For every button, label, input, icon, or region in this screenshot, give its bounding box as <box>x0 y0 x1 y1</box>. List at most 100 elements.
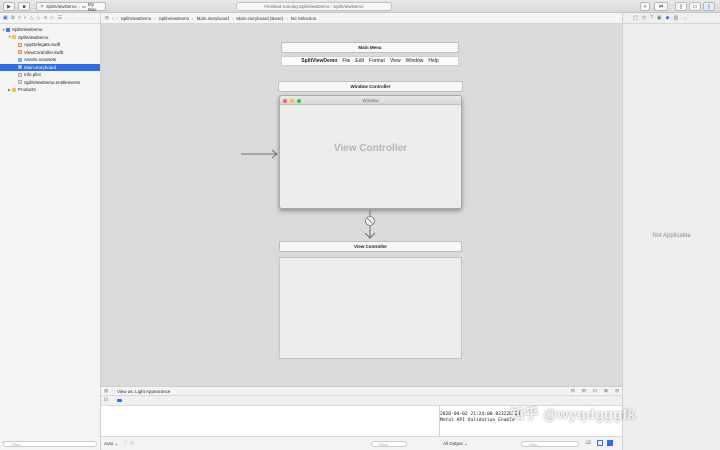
initial-controller-arrow[interactable] <box>241 148 281 160</box>
toggle-inspector-button[interactable]: ▯ <box>703 2 715 11</box>
navigator-item[interactable]: ▼ SplitViewDemo <box>0 26 100 34</box>
output-select-label: All Output <box>443 441 463 446</box>
navigator-item[interactable]: ViewController.swift <box>0 49 100 57</box>
project-icon <box>6 27 10 32</box>
file-inspector-icon[interactable]: ▢ <box>633 15 638 21</box>
debug-icon[interactable]: ≋ <box>43 15 47 21</box>
hide-debug-icon[interactable]: ⊡ <box>104 397 108 403</box>
history-icon[interactable]: ◷ <box>642 15 646 21</box>
folder-icon <box>12 87 16 92</box>
navigator-filter-field[interactable]: Filter <box>3 441 97 447</box>
menu-file[interactable]: File <box>342 58 350 64</box>
navigator-item-label: Info.plist <box>24 72 41 78</box>
toggle-debug-button[interactable]: ▭ <box>689 2 701 11</box>
window-scene[interactable]: Window View Controller <box>279 95 462 209</box>
identity-icon[interactable]: ▣ <box>657 15 662 21</box>
view-controller-scene[interactable] <box>279 257 462 359</box>
window-controller-scene-title[interactable]: Window Controller <box>278 81 463 92</box>
eye-icon[interactable]: ◎ <box>130 440 134 446</box>
split-left-icon[interactable] <box>597 440 603 446</box>
code-review-button[interactable]: ⇄ <box>654 2 668 11</box>
main-menu-bar[interactable]: SplitViewDemo File Edit Format View Wind… <box>281 56 459 66</box>
output-select[interactable]: All Output ⌄ <box>443 441 468 447</box>
plist-icon <box>18 80 22 85</box>
breakpoints-toggle-icon[interactable] <box>117 399 122 402</box>
navigator-item[interactable]: ▶ Products <box>0 86 100 94</box>
attributes-icon[interactable]: ◆ <box>666 15 670 21</box>
test-icon[interactable]: ◇ <box>37 15 41 21</box>
auto-select[interactable]: Auto ⌄ <box>104 441 118 447</box>
run-button[interactable]: ▶ <box>3 2 15 11</box>
close-icon <box>283 98 287 103</box>
window-controller-title: Window Controller <box>350 84 391 89</box>
console-line-1: 2020-04-02 21:24:00.823228+08 <box>440 412 521 417</box>
warning-icon[interactable]: △ <box>30 15 34 21</box>
navigator-item-label: AppDelegate.swift <box>24 42 61 48</box>
console-filter-field[interactable]: Filter <box>521 441 579 447</box>
variables-filter-field[interactable]: Filter <box>371 441 407 447</box>
menu-view[interactable]: View <box>390 58 401 64</box>
navigator-item[interactable]: Main.storyboard <box>0 63 100 71</box>
report-icon[interactable]: ☰ <box>57 15 61 21</box>
navigator-item[interactable]: Info.plist <box>0 71 100 79</box>
split-right-icon[interactable] <box>607 440 613 446</box>
breadcrumb-group[interactable]: SplitViewDemo <box>159 16 189 21</box>
storyboard-canvas[interactable]: Main Menu SplitViewDemo File Edit Format… <box>101 24 622 386</box>
connections-icon[interactable]: → <box>682 15 687 21</box>
menu-app[interactable]: SplitViewDemo <box>301 58 337 64</box>
library-button[interactable]: + <box>640 2 650 11</box>
inspector-panel: ▢ ◷ ? ▣ ◆ ▥ → Not Applicable <box>622 13 720 450</box>
navigator-item[interactable]: SplitViewDemo.entitlements <box>0 79 100 87</box>
trash-icon[interactable]: ⌫ <box>585 440 591 446</box>
minimize-icon <box>290 98 294 103</box>
filter-placeholder: Filter <box>12 441 21 447</box>
search-icon[interactable]: ⌕ <box>24 15 27 21</box>
navigator-item[interactable]: Assets.xcassets <box>0 56 100 64</box>
size-icon[interactable]: ▥ <box>673 15 678 21</box>
breadcrumb-selection[interactable]: No Selection <box>291 16 317 21</box>
main-menu-scene-title[interactable]: Main Menu <box>281 42 459 53</box>
navigator-item-label: SplitViewDemo <box>12 27 43 33</box>
view-as-label[interactable]: View as: Light Appearance <box>117 389 170 394</box>
stop-icon: ■ <box>22 3 26 10</box>
debug-footer: Auto ⌄ ⓘ ◎ Filter All Output ⌄ Filter ⌫ <box>101 436 622 450</box>
help-icon[interactable]: ? <box>650 15 653 21</box>
relationship-segue[interactable] <box>362 210 378 242</box>
document-outline-icon[interactable]: ▤ <box>104 388 108 394</box>
plus-icon: + <box>643 3 647 10</box>
arrows-icon: ⇄ <box>658 3 664 10</box>
navigator-item-label: ViewController.swift <box>24 49 64 55</box>
menu-format[interactable]: Format <box>369 58 385 64</box>
swift-icon <box>18 50 22 55</box>
navigator-item[interactable]: ▼ SplitViewDemo <box>0 34 100 42</box>
source-control-icon[interactable]: ⊠ <box>11 15 15 21</box>
view-controller-scene-title[interactable]: View Controller <box>279 241 462 252</box>
menu-edit[interactable]: Edit <box>355 58 364 64</box>
menu-window[interactable]: Window <box>406 58 424 64</box>
view-controller-placeholder: View Controller <box>333 143 408 154</box>
breadcrumb-localization[interactable]: Main.storyboard (Base) <box>236 16 283 21</box>
navigator-tabs: ▣ ⊠ ≡ ⌕ △ ◇ ≋ ▷ ☰ <box>0 13 100 24</box>
breadcrumb-file[interactable]: Main.storyboard <box>197 16 229 21</box>
app-icon: ⚑ <box>40 3 45 9</box>
window-titlebar: Window <box>280 96 461 105</box>
breadcrumb-project[interactable]: SplitViewDemo <box>121 16 151 21</box>
back-icon[interactable]: ‹ <box>112 16 114 21</box>
panel-bottom-icon: ▭ <box>692 3 698 10</box>
activity-view: Finished running SplitViewDemo : SplitVi… <box>236 2 392 11</box>
navigator-item[interactable]: AppDelegate.swift <box>0 41 100 49</box>
scheme-selector[interactable]: ⚑ SplitViewDemo | ▭ My Mac <box>36 2 106 12</box>
menu-help[interactable]: Help <box>428 58 438 64</box>
related-items-icon[interactable]: ⊞ <box>105 15 109 21</box>
info-icon[interactable]: ⓘ <box>123 440 128 446</box>
breakpoint-icon[interactable]: ▷ <box>51 15 55 21</box>
symbol-icon[interactable]: ≡ <box>18 15 21 21</box>
toggle-navigator-button[interactable]: ▯ <box>675 2 687 11</box>
zoom-icon <box>297 98 301 103</box>
view-as-bar: ▤ View as: Light Appearance ⊟ ⊞ ⊡ ⊠ ⊟ <box>101 386 622 396</box>
canvas-controls[interactable]: ⊟ ⊞ ⊡ ⊠ ⊟ <box>571 388 622 394</box>
navigator-item-label: Assets.xcassets <box>24 57 57 63</box>
folder-icon[interactable]: ▣ <box>3 15 8 21</box>
forward-icon[interactable]: › <box>116 16 118 21</box>
stop-button[interactable]: ■ <box>18 2 30 11</box>
